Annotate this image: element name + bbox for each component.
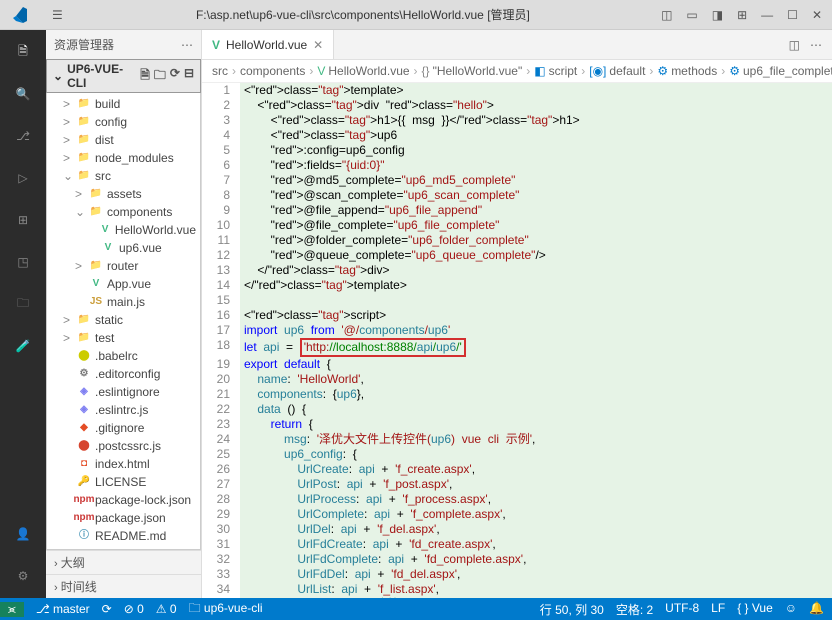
warnings[interactable]: ⚠ 0 bbox=[156, 602, 177, 616]
remote-icon[interactable]: ◳ bbox=[11, 250, 35, 274]
status-bar: ⪤ ⎇ master ⟳ ⊘ 0 ⚠ 0 🗀 up6-vue-cli 行 50,… bbox=[0, 598, 832, 620]
tree-node[interactable]: ⚙.editorconfig bbox=[47, 365, 200, 383]
eol[interactable]: LF bbox=[711, 601, 725, 618]
activity-bar: 🗎 🔍 ⎇ ▷ ⊞ ◳ 🗀 🧪 👤 ⚙ bbox=[0, 30, 46, 598]
vue-icon: V bbox=[212, 38, 220, 52]
tree-node[interactable]: VApp.vue bbox=[47, 275, 200, 293]
testing-icon[interactable]: 🧪 bbox=[11, 334, 35, 358]
git-branch[interactable]: ⎇ master bbox=[36, 602, 90, 616]
close-tab-icon[interactable]: ✕ bbox=[313, 38, 323, 52]
remote-indicator[interactable]: ⪤ bbox=[0, 602, 24, 617]
tree-node[interactable]: ⬤.babelrc bbox=[47, 347, 200, 365]
tree-node[interactable]: >📁build bbox=[47, 95, 200, 113]
sidebar: 资源管理器 ⋯ ⌄ UP6-VUE-CLI 🗎 🗀 ⟳ ⊟ >📁build>📁c… bbox=[46, 30, 202, 598]
refresh-icon[interactable]: ⟳ bbox=[170, 66, 180, 87]
tabs-bar: V HelloWorld.vue ✕ ◫ ⋯ bbox=[202, 30, 832, 60]
notifications-icon[interactable]: 🔔 bbox=[809, 601, 824, 618]
file-tree: >📁build>📁config>📁dist>📁node_modules⌄📁src… bbox=[46, 93, 201, 550]
tree-node[interactable]: VHelloWorld.vue bbox=[47, 221, 200, 239]
settings-icon[interactable]: ⚙ bbox=[11, 564, 35, 588]
title-bar: ☰ F:\asp.net\up6-vue-cli\src\components\… bbox=[0, 0, 832, 30]
extensions-icon[interactable]: ⊞ bbox=[11, 208, 35, 232]
tree-node[interactable]: ⌄📁components bbox=[47, 203, 200, 221]
collapse-icon[interactable]: ⊟ bbox=[184, 66, 194, 87]
tree-node[interactable]: >📁node_modules bbox=[47, 149, 200, 167]
tab-helloworld[interactable]: V HelloWorld.vue ✕ bbox=[202, 30, 334, 59]
chevron-down-icon: ⌄ bbox=[53, 69, 63, 83]
layout-bottom-icon[interactable]: ▭ bbox=[686, 8, 697, 22]
tree-node[interactable]: Vup6.vue bbox=[47, 239, 200, 257]
maximize-icon[interactable]: ☐ bbox=[787, 8, 798, 22]
tree-node[interactable]: >📁static bbox=[47, 311, 200, 329]
code-editor[interactable]: 1<"red">class="tag">template>2 <"red">cl… bbox=[202, 83, 832, 598]
new-file-icon[interactable]: 🗎 bbox=[140, 66, 150, 87]
outline-section[interactable]: › 大纲 bbox=[46, 550, 201, 574]
folder-name[interactable]: 🗀 up6-vue-cli bbox=[189, 599, 263, 620]
indentation[interactable]: 空格: 2 bbox=[616, 601, 653, 618]
tab-label: HelloWorld.vue bbox=[226, 38, 307, 52]
more-tabs-icon[interactable]: ⋯ bbox=[810, 38, 822, 52]
tree-node[interactable]: 🔑LICENSE bbox=[47, 473, 200, 491]
search-icon[interactable]: 🔍 bbox=[11, 82, 35, 106]
source-control-icon[interactable]: ⎇ bbox=[11, 124, 35, 148]
tree-node[interactable]: >📁config bbox=[47, 113, 200, 131]
tree-node[interactable]: JSmain.js bbox=[47, 293, 200, 311]
explorer-icon[interactable]: 🗎 bbox=[11, 40, 35, 64]
breadcrumb-seg[interactable]: ◧script bbox=[534, 64, 577, 78]
layout-left-icon[interactable]: ◫ bbox=[661, 8, 672, 22]
breadcrumb-seg[interactable]: {}"HelloWorld.vue" bbox=[422, 64, 523, 78]
tree-node[interactable]: ⌄📁src bbox=[47, 167, 200, 185]
file-icon[interactable]: 🗀 bbox=[11, 292, 35, 316]
project-header[interactable]: ⌄ UP6-VUE-CLI 🗎 🗀 ⟳ ⊟ bbox=[46, 59, 201, 93]
tree-node[interactable]: >📁dist bbox=[47, 131, 200, 149]
feedback-icon[interactable]: ☺ bbox=[785, 601, 797, 618]
sidebar-title: 资源管理器 bbox=[54, 36, 114, 53]
timeline-section[interactable]: › 时间线 bbox=[46, 574, 201, 598]
breadcrumb-seg[interactable]: src bbox=[212, 64, 228, 78]
tree-node[interactable]: ⬤.postcssrc.js bbox=[47, 437, 200, 455]
breadcrumb-seg[interactable]: [◉]default bbox=[589, 64, 645, 78]
project-name: UP6-VUE-CLI bbox=[67, 62, 140, 90]
tree-node[interactable]: ◈.eslintrc.js bbox=[47, 401, 200, 419]
tree-node[interactable]: ⓘREADME.md bbox=[47, 527, 200, 545]
run-debug-icon[interactable]: ▷ bbox=[11, 166, 35, 190]
layout-right-icon[interactable]: ◨ bbox=[712, 8, 723, 22]
tree-node[interactable]: ◈.eslintignore bbox=[47, 383, 200, 401]
tree-node[interactable]: ◘index.html bbox=[47, 455, 200, 473]
close-icon[interactable]: ✕ bbox=[812, 8, 822, 22]
vscode-logo bbox=[0, 7, 40, 23]
tree-node[interactable]: >📁assets bbox=[47, 185, 200, 203]
cursor-position[interactable]: 行 50, 列 30 bbox=[540, 601, 604, 618]
encoding[interactable]: UTF-8 bbox=[665, 601, 699, 618]
language-mode[interactable]: { } Vue bbox=[737, 601, 773, 618]
window-title: F:\asp.net\up6-vue-cli\src\components\He… bbox=[75, 6, 651, 23]
split-icon[interactable]: ◫ bbox=[789, 38, 800, 52]
sync-icon[interactable]: ⟳ bbox=[102, 602, 112, 616]
tree-node[interactable]: >📁test bbox=[47, 329, 200, 347]
more-icon[interactable]: ⋯ bbox=[181, 38, 193, 52]
errors[interactable]: ⊘ 0 bbox=[124, 602, 144, 616]
minimize-icon[interactable]: — bbox=[761, 8, 773, 22]
breadcrumb-seg[interactable]: VHelloWorld.vue bbox=[317, 64, 409, 78]
tree-node[interactable]: >📁router bbox=[47, 257, 200, 275]
tree-node[interactable]: npmpackage-lock.json bbox=[47, 491, 200, 509]
menu-icon[interactable]: ☰ bbox=[40, 8, 75, 22]
breadcrumb[interactable]: src›components›VHelloWorld.vue›{}"HelloW… bbox=[202, 60, 832, 83]
tree-node[interactable]: ◆.gitignore bbox=[47, 419, 200, 437]
accounts-icon[interactable]: 👤 bbox=[11, 522, 35, 546]
breadcrumb-seg[interactable]: components bbox=[240, 64, 305, 78]
editor-area: V HelloWorld.vue ✕ ◫ ⋯ src›components›VH… bbox=[202, 30, 832, 598]
breadcrumb-seg[interactable]: ⚙up6_file_complete bbox=[729, 64, 832, 78]
layout-grid-icon[interactable]: ⊞ bbox=[737, 8, 747, 22]
new-folder-icon[interactable]: 🗀 bbox=[154, 66, 166, 87]
breadcrumb-seg[interactable]: ⚙methods bbox=[657, 64, 717, 78]
tree-node[interactable]: npmpackage.json bbox=[47, 509, 200, 527]
